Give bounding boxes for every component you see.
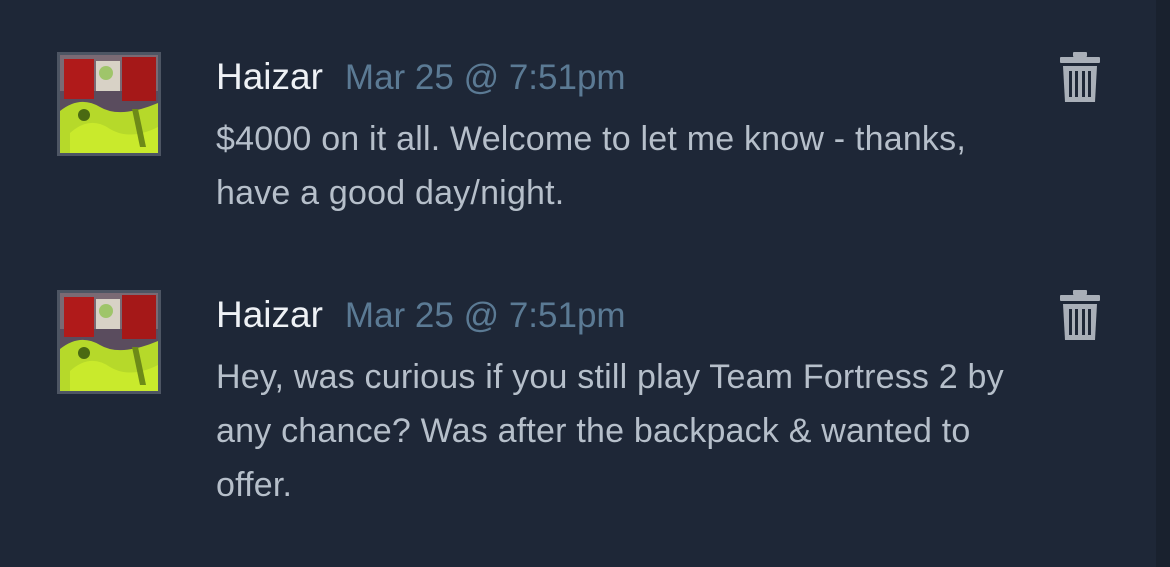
- comment-header: Haizar Mar 25 @ 7:51pm: [216, 56, 626, 98]
- trash-icon: [1060, 52, 1100, 102]
- author-name[interactable]: Haizar: [216, 56, 323, 97]
- comment-timestamp: Mar 25 @ 7:51pm: [344, 296, 626, 335]
- delete-comment-button[interactable]: [1056, 52, 1104, 104]
- comment-text: $4000 on it all. Welcome to let me know …: [216, 120, 966, 212]
- comment-timestamp: Mar 25 @ 7:51pm: [344, 58, 626, 97]
- user-avatar[interactable]: [57, 52, 161, 156]
- comment-text: Hey, was curious if you still play Team …: [216, 358, 1004, 504]
- comment-header: Haizar Mar 25 @ 7:51pm: [216, 294, 626, 336]
- author-name[interactable]: Haizar: [216, 294, 323, 335]
- page-edge: [1156, 0, 1170, 567]
- delete-comment-button[interactable]: [1056, 290, 1104, 342]
- user-avatar[interactable]: [57, 290, 161, 394]
- trash-icon: [1060, 290, 1100, 340]
